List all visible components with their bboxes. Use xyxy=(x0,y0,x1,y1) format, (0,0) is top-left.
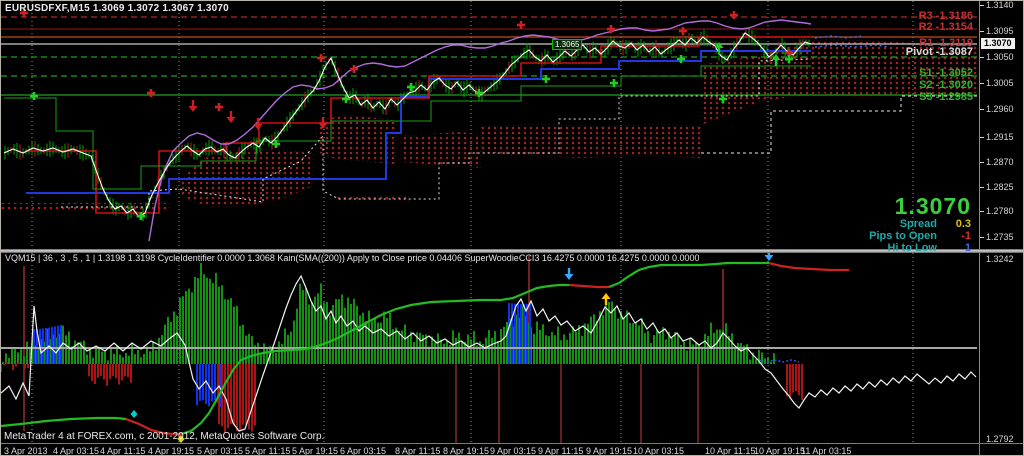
price-axis-tick xyxy=(980,237,984,238)
current-price-box: 1.3070 xyxy=(981,38,1015,49)
price-axis-label: 1.3005 xyxy=(986,78,1014,88)
price-axis-tick xyxy=(980,162,984,163)
price-axis-tick xyxy=(980,109,984,110)
time-axis-label: 9 Apr 11:15 xyxy=(538,446,583,456)
price-axis-label: 1.3095 xyxy=(986,26,1014,36)
time-axis-label: 4 Apr 19:15 xyxy=(148,446,194,456)
quote-row: Pips to Open-1 xyxy=(811,231,971,242)
chart-symbol-title: EURUSDFXF,M15 1.3069 1.3072 1.3067 1.307… xyxy=(5,3,229,14)
quote-row-value: -1 xyxy=(937,231,971,242)
time-axis-label: 9 Apr 03:15 xyxy=(490,446,536,456)
quote-row: Hi to Low1 xyxy=(811,243,971,254)
time-axis-label: 9 Apr 19:15 xyxy=(586,446,632,456)
time-axis-label: 3 Apr 2013 xyxy=(4,446,48,456)
price-axis-label: 1.2735 xyxy=(986,232,1014,242)
quote-panel: 1.3070 Spread0.3Pips to Open-1Hi to Low1 xyxy=(811,194,971,254)
time-axis-separator xyxy=(1,443,1024,444)
quote-row-label: Hi to Low xyxy=(888,243,938,254)
time-axis-label: 8 Apr 19:15 xyxy=(443,446,489,456)
indicator-header: VQM15 | 36 , 3 , 5 , 1 | 1.3198 1.3198 C… xyxy=(5,253,699,263)
time-axis-label: 10 Apr 11:15 xyxy=(705,446,755,456)
price-axis-tick xyxy=(980,83,984,84)
price-axis-tick xyxy=(980,187,984,188)
quote-row-value: 0.3 xyxy=(937,219,971,230)
time-axis-label: 5 Apr 19:15 xyxy=(292,446,338,456)
time-axis-label: 5 Apr 11:15 xyxy=(245,446,290,456)
time-axis-label: 8 Apr 11:15 xyxy=(395,446,440,456)
price-axis-tick xyxy=(980,5,984,6)
pivot-label-r2: R2 -1.3154 xyxy=(919,21,973,33)
quote-price: 1.3070 xyxy=(811,194,971,218)
quote-row-label: Pips to Open xyxy=(869,231,937,242)
price-axis-label: 1.2825 xyxy=(986,182,1014,192)
status-bar: MetaTrader 4 at FOREX.com, c 2001-2012, … xyxy=(4,431,324,442)
time-axis-label: 11 Apr 03:15 xyxy=(801,446,851,456)
time-axis-label: 10 Apr 19:15 xyxy=(754,446,805,456)
price-axis[interactable]: 1.3140 1.3095 1.3050 1.3005 1.2960 1.2915 1.28… xyxy=(979,1,1024,456)
price-axis-label: 1.3140 xyxy=(986,0,1014,10)
indicator-panel-canvas[interactable] xyxy=(1,253,979,443)
indicator-axis-label: 1.3242 xyxy=(986,254,1014,264)
mt4-chart-window: EURUSDFXF,M15 1.3069 1.3072 1.3067 1.307… xyxy=(0,0,1024,456)
price-axis-tick xyxy=(980,211,984,212)
pivot-label-pivot: Pivot -1.3087 xyxy=(906,46,973,58)
price-axis-tick xyxy=(980,57,984,58)
pivot-label-s1: S1 -1.3052 xyxy=(919,67,973,79)
chart-price-label: 1.3065 xyxy=(552,39,582,50)
price-axis-label: 1.2915 xyxy=(986,132,1014,142)
quote-row: Spread0.3 xyxy=(811,219,971,230)
time-axis-label: 5 Apr 03:15 xyxy=(197,446,243,456)
price-axis-tick xyxy=(980,31,984,32)
price-axis-label: 1.2870 xyxy=(986,157,1014,167)
time-axis-label: 4 Apr 03:15 xyxy=(53,446,99,456)
price-axis-label: 1.2780 xyxy=(986,206,1014,216)
quote-row-value: 1 xyxy=(937,243,971,254)
time-axis-label: 6 Apr 03:15 xyxy=(340,446,386,456)
price-axis-tick xyxy=(980,137,984,138)
time-axis-label: 4 Apr 11:15 xyxy=(100,446,145,456)
pivot-label-s3: S3 -1.2985 xyxy=(919,91,973,103)
price-axis-label: 1.2960 xyxy=(986,104,1014,114)
quote-row-label: Spread xyxy=(900,219,937,230)
pivot-label-s2: S2 -1.3020 xyxy=(919,79,973,91)
time-axis-label: 10 Apr 03:15 xyxy=(633,446,684,456)
price-axis-label: 1.3050 xyxy=(986,52,1014,62)
